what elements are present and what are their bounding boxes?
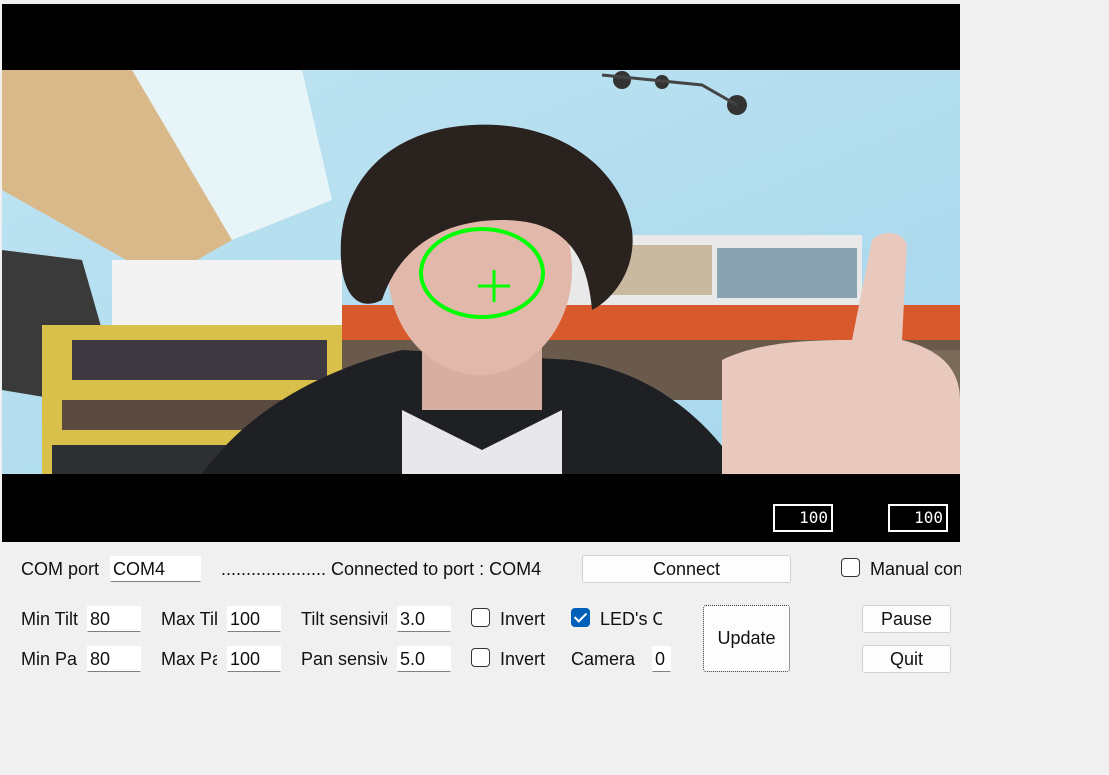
tilt-readout: 100 [773, 504, 833, 532]
max-pan-input[interactable] [227, 646, 281, 672]
min-pan-input[interactable] [87, 646, 141, 672]
com-port-label: COM port [21, 559, 100, 579]
pan-sensitivity-label: Pan sensivity [301, 649, 387, 669]
camera-index-input[interactable] [652, 646, 671, 672]
manual-control-label: Manual control [870, 559, 961, 579]
connection-status: ..................... Connected to port … [221, 559, 542, 579]
quit-button[interactable]: Quit [862, 645, 951, 673]
max-pan-label: Max Pan [161, 649, 217, 669]
max-tilt-label: Max Tilt [161, 609, 217, 629]
invert-pan-checkbox[interactable] [471, 648, 490, 667]
camera-frame [2, 70, 960, 474]
min-tilt-input[interactable] [87, 606, 141, 632]
connect-button[interactable]: Connect [582, 555, 791, 583]
leds-on-label: LED's ON [600, 609, 662, 629]
max-tilt-input[interactable] [227, 606, 281, 632]
min-tilt-label: Min Tilt [21, 609, 78, 629]
pause-button[interactable]: Pause [862, 605, 951, 633]
camera-label: Camera [571, 649, 636, 669]
pan-readout: 100 [888, 504, 948, 532]
pan-sensitivity-input[interactable] [397, 646, 451, 672]
invert-pan-label: Invert [500, 649, 546, 669]
invert-tilt-checkbox[interactable] [471, 608, 490, 627]
invert-tilt-label: Invert [500, 609, 546, 629]
camera-preview: 100 100 [2, 4, 960, 542]
tilt-sensitivity-label: Tilt sensivity [301, 609, 387, 629]
leds-on-checkbox[interactable] [571, 608, 590, 627]
manual-control-checkbox[interactable] [841, 558, 860, 577]
min-pan-label: Min Pan [21, 649, 78, 669]
webcam-image [2, 70, 960, 474]
tilt-sensitivity-input[interactable] [397, 606, 451, 632]
com-port-input[interactable] [110, 556, 201, 582]
update-button[interactable]: Update [703, 605, 790, 672]
